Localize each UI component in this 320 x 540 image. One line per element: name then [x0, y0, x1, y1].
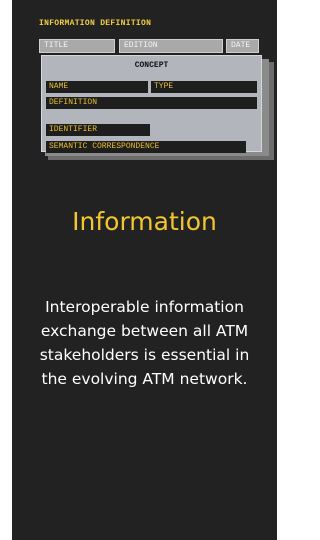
info-card[interactable]: INFORMATION DEFINITION TITLE EDITION DAT…	[12, 0, 277, 540]
semantic-correspondence-field: SEMANTIC CORRESPONDENCE	[46, 141, 246, 153]
identifier-field: IDENTIFIER	[46, 124, 150, 136]
name-field: NAME	[46, 81, 148, 93]
concept-panel: CONCEPT NAME TYPE DEFINITION IDENTIFIER …	[41, 55, 262, 153]
edition-field: EDITION	[119, 39, 223, 53]
definition-field: DEFINITION	[46, 97, 257, 109]
date-field: DATE	[226, 39, 259, 53]
card-heading: Information	[72, 207, 217, 236]
information-definition-illustration: INFORMATION DEFINITION TITLE EDITION DAT…	[12, 0, 277, 170]
type-field: TYPE	[151, 81, 257, 93]
card-description: Interoperable information exchange betwe…	[39, 298, 250, 388]
concept-title: CONCEPT	[134, 61, 169, 70]
title-field: TITLE	[39, 39, 115, 53]
illustration-header: INFORMATION DEFINITION	[39, 19, 152, 28]
